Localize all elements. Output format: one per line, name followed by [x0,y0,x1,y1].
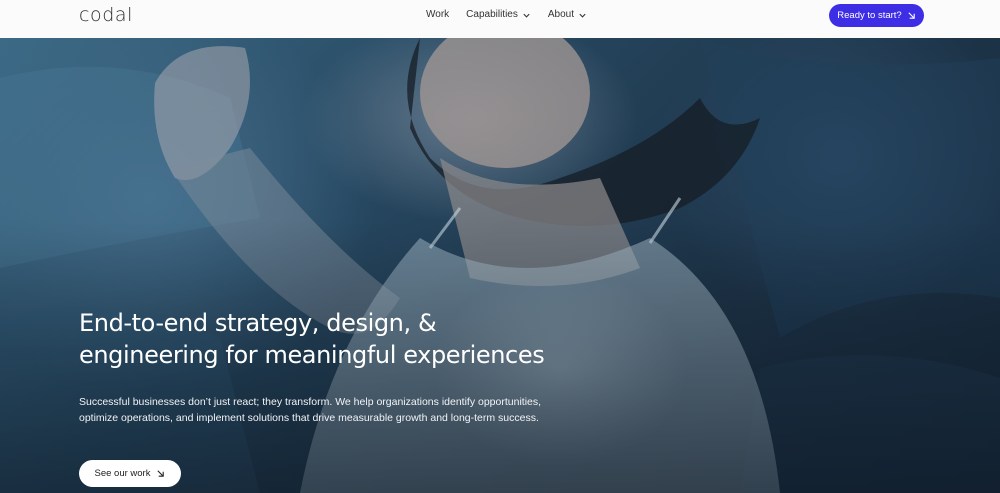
hero-headline: End-to-end strategy, design, & engineeri… [79,307,599,371]
nav-item-capabilities[interactable]: Capabilities [466,9,531,21]
cta-label: Ready to start? [837,10,902,21]
see-our-work-label: See our work [94,468,151,479]
ready-to-start-button[interactable]: Ready to start? [829,4,924,27]
hero-description: Successful businesses don’t just react; … [79,396,542,424]
top-navbar: codal Work Capabilities About Ready to s… [0,0,1000,38]
chevron-down-icon [523,13,530,18]
hero-section: End-to-end strategy, design, & engineeri… [0,38,1000,493]
nav-item-label: Work [426,9,450,20]
nav-item-work[interactable]: Work [426,9,449,21]
headline-line-2: engineering for meaningful experiences [79,341,545,369]
nav-item-about[interactable]: About [548,9,587,21]
codal-logo[interactable]: codal [79,4,133,26]
arrow-down-right-icon [908,12,915,19]
nav-item-label: About [547,9,574,20]
main-menu: Work Capabilities About [426,9,587,21]
see-our-work-button[interactable]: See our work [79,460,181,487]
arrow-down-right-icon [157,470,165,477]
chevron-down-icon [579,13,586,18]
headline-line-1: End-to-end strategy, design, & [79,309,437,337]
nav-item-label: Capabilities [466,9,518,20]
